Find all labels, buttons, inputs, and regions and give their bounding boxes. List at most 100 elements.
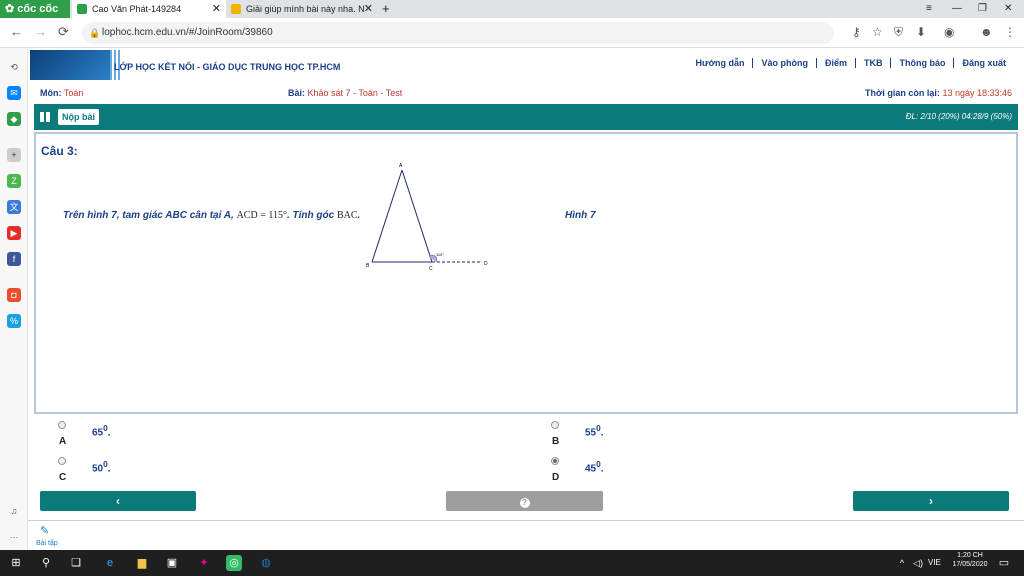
angle-label: 115° bbox=[436, 252, 444, 257]
reload-icon[interactable]: ⟳ bbox=[58, 24, 69, 40]
app-icon[interactable]: ✦ bbox=[196, 555, 212, 571]
question-text: Trên hình 7, tam giác ABC cân tại A, ACD… bbox=[63, 210, 360, 221]
nav-notifications[interactable]: Thông báo bbox=[890, 58, 954, 68]
test-info: Bài: Khảo sát 7 - Toán - Test bbox=[288, 84, 402, 102]
test-label: Bài: bbox=[288, 88, 306, 98]
browser-brand[interactable]: ✿ cốc cốc bbox=[0, 0, 70, 18]
prev-question-button[interactable]: ‹ bbox=[40, 491, 196, 511]
close-tab-icon[interactable]: ✕ bbox=[364, 0, 373, 18]
tab-title: Giải giúp mình bài này nha. N bbox=[246, 4, 365, 14]
nav-timetable[interactable]: TKB bbox=[854, 58, 891, 68]
volume-icon[interactable]: ◁) bbox=[910, 555, 926, 571]
close-window-icon[interactable]: ✕ bbox=[1004, 0, 1012, 18]
exercise-label[interactable]: Bài tập bbox=[36, 540, 58, 547]
option-c-text[interactable]: 500. bbox=[92, 459, 111, 474]
menu-icon[interactable]: ≡ bbox=[926, 0, 932, 18]
close-tab-icon[interactable]: ✕ bbox=[212, 0, 221, 18]
option-d-text[interactable]: 450. bbox=[585, 459, 604, 474]
bottom-bar: ✎ Bài tập bbox=[28, 520, 1024, 550]
edge-icon[interactable]: e bbox=[102, 555, 118, 571]
facebook-icon[interactable]: f bbox=[7, 252, 21, 266]
option-d-radio[interactable] bbox=[551, 457, 559, 465]
zalo-icon[interactable]: Z bbox=[7, 174, 21, 188]
subject-info: Môn: Toán bbox=[40, 84, 83, 102]
question-text-part: Trên hình 7, tam giác ABC cân tại A, bbox=[63, 210, 237, 221]
maximize-icon[interactable]: ❐ bbox=[978, 0, 987, 18]
next-question-button[interactable]: › bbox=[853, 491, 1009, 511]
shield-icon[interactable]: ⛨ bbox=[894, 25, 903, 40]
download-icon[interactable]: ⬇ bbox=[916, 25, 926, 39]
translate-icon[interactable]: 文 bbox=[7, 200, 21, 214]
option-d-letter: D bbox=[552, 472, 560, 483]
notification-icon[interactable]: ▭ bbox=[996, 555, 1012, 571]
zalo-taskbar-icon[interactable]: ◍ bbox=[258, 555, 274, 571]
nav-guide[interactable]: Hướng dẫn bbox=[688, 58, 753, 68]
minimize-icon[interactable]: — bbox=[952, 0, 962, 18]
grid-icon[interactable] bbox=[40, 112, 50, 122]
option-a-text[interactable]: 650. bbox=[92, 423, 111, 438]
option-c-radio[interactable] bbox=[58, 457, 66, 465]
star-icon[interactable]: ☆ bbox=[872, 25, 883, 39]
point-b: B bbox=[366, 263, 370, 269]
nav-enter-room[interactable]: Vào phòng bbox=[752, 58, 816, 68]
shopee-icon[interactable]: ◘ bbox=[7, 288, 21, 302]
lock-icon: 🔒 bbox=[89, 28, 101, 38]
game-icon[interactable]: ◆ bbox=[7, 112, 21, 126]
option-b-letter: B bbox=[552, 436, 560, 447]
exam-toolbar: Nộp bài ĐL: 2/10 (20%) 04:28/9 (50%) bbox=[34, 104, 1018, 130]
tray-chevron-icon[interactable]: ^ bbox=[894, 555, 910, 571]
question-text-part: . Tính góc bbox=[286, 210, 337, 221]
messenger-icon[interactable]: ✉ bbox=[7, 86, 21, 100]
store-icon[interactable]: ▣ bbox=[164, 555, 180, 571]
key-icon[interactable]: ⚷ bbox=[852, 25, 861, 39]
coccoc-icon: ✿ bbox=[5, 3, 18, 15]
side-ac bbox=[401, 169, 433, 263]
option-c-letter: C bbox=[59, 472, 67, 483]
history-icon[interactable]: ⟲ bbox=[7, 60, 21, 74]
bell-icon[interactable]: ♫ bbox=[7, 504, 21, 518]
forward-icon[interactable]: → bbox=[34, 24, 47, 39]
subject-label: Môn: bbox=[40, 88, 62, 98]
submit-button[interactable]: Nộp bài bbox=[58, 109, 99, 125]
url-text: lophoc.hcm.edu.vn/#/JoinRoom/39860 bbox=[102, 27, 273, 38]
tab-title: Cao Văn Phát-149284 bbox=[92, 4, 182, 14]
clock-date: 17/05/2020 bbox=[952, 561, 988, 568]
profile-icon[interactable]: ☻ bbox=[980, 25, 993, 39]
extension-icon[interactable]: ◉ bbox=[944, 25, 954, 39]
back-icon[interactable]: ← bbox=[10, 24, 23, 39]
top-nav: Hướng dẫn Vào phòng Điểm TKB Thông báo Đăng x… bbox=[688, 58, 1014, 68]
subject-value: Toán bbox=[63, 88, 84, 98]
site-title: LỚP HỌC KẾT NỐI - GIÁO DỤC TRUNG HỌC TP.… bbox=[114, 62, 341, 72]
windows-start-icon[interactable]: ⊞ bbox=[8, 555, 24, 571]
option-a-letter: A bbox=[59, 436, 67, 447]
task-view-icon[interactable]: ❏ bbox=[68, 555, 84, 571]
more-dots-icon[interactable]: … bbox=[7, 528, 21, 542]
more-icon[interactable]: ⋮ bbox=[1004, 25, 1016, 39]
browser-sidebar: ⟲ ✉ ◆ + Z 文 ▶ f ◘ % ♫ … bbox=[0, 48, 28, 550]
new-tab-icon[interactable]: + bbox=[382, 0, 390, 18]
youtube-icon[interactable]: ▶ bbox=[7, 226, 21, 240]
tab-profile[interactable]: Cao Văn Phát-149284 ✕ bbox=[72, 0, 226, 18]
clock[interactable]: 1:20 CH 17/05/2020 bbox=[950, 552, 990, 568]
option-b-text[interactable]: 550. bbox=[585, 423, 604, 438]
option-b-radio[interactable] bbox=[551, 421, 559, 429]
file-explorer-icon[interactable]: ▆ bbox=[134, 555, 150, 571]
nav-logout[interactable]: Đăng xuất bbox=[953, 58, 1014, 68]
math-angle-acd: ACD = 115° bbox=[236, 210, 287, 221]
tab-question[interactable]: Giải giúp mình bài này nha. N ✕ bbox=[226, 0, 378, 18]
edit-icon[interactable]: ✎ bbox=[40, 524, 49, 537]
point-a: A bbox=[399, 163, 403, 169]
chevron-left-icon: ‹ bbox=[116, 494, 120, 508]
help-button[interactable]: ? bbox=[446, 491, 603, 511]
chevron-right-icon: › bbox=[929, 494, 933, 508]
add-icon[interactable]: + bbox=[7, 148, 21, 162]
nav-scores[interactable]: Điểm bbox=[815, 58, 855, 68]
language-indicator[interactable]: VIE bbox=[928, 558, 941, 567]
search-icon[interactable]: ⚲ bbox=[38, 555, 54, 571]
clock-time: 1:20 CH bbox=[957, 552, 983, 559]
url-field[interactable]: 🔒 lophoc.hcm.edu.vn/#/JoinRoom/39860 bbox=[82, 22, 834, 44]
coccoc-taskbar-icon[interactable]: ◎ bbox=[226, 555, 242, 571]
tab-favicon-icon bbox=[77, 4, 87, 14]
option-a-radio[interactable] bbox=[58, 421, 66, 429]
deal-icon[interactable]: % bbox=[7, 314, 21, 328]
